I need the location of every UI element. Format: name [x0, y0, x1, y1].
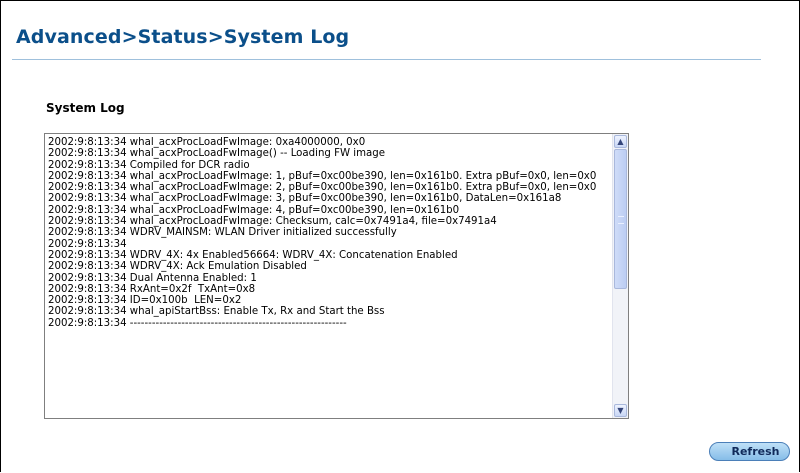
log-line: 2002:9:8:13:34 WDRV_MAINSM: WLAN Driver … [48, 227, 397, 239]
scroll-down-icon[interactable]: ▼ [614, 404, 627, 417]
log-line: 2002:9:8:13:34 Compiled for DCR radio [48, 159, 250, 171]
page-title: Advanced>Status>System Log [16, 26, 350, 48]
section-title: System Log [46, 101, 125, 115]
title-divider [12, 59, 761, 60]
log-line: 2002:9:8:13:34 ID=0x100b LEN=0x2 [48, 295, 242, 307]
log-line: 2002:9:8:13:34 whal_acxProcLoadFwImage: … [48, 216, 497, 228]
log-line: 2002:9:8:13:34 whal_acxProcLoadFwImage: … [48, 137, 366, 148]
system-log-textarea[interactable]: 2002:9:8:13:34 whal_acxProcLoadFwImage: … [44, 133, 629, 419]
vertical-scrollbar[interactable]: ▲ ▼ [612, 134, 628, 418]
grip-icon [618, 216, 624, 224]
scroll-up-icon[interactable]: ▲ [614, 135, 627, 148]
log-line: 2002:9:8:13:34 [48, 238, 127, 250]
scroll-thumb[interactable] [614, 149, 627, 289]
log-line: 2002:9:8:13:34 whal_apiStartBss: Enable … [48, 306, 385, 318]
log-line: 2002:9:8:13:34 whal_acxProcLoadFwImage: … [48, 204, 460, 216]
log-line: 2002:9:8:13:34 WDRV_4X: Ack Emulation Di… [48, 261, 307, 273]
log-line: 2002:9:8:13:34 Dual Antenna Enabled: 1 [48, 272, 257, 284]
refresh-button[interactable]: Refresh [709, 442, 790, 461]
log-line: 2002:9:8:13:34 whal_acxProcLoadFwImage: … [48, 182, 597, 194]
log-line: 2002:9:8:13:34 RxAnt=0x2f TxAnt=0x8 [48, 283, 256, 295]
log-line: 2002:9:8:13:34 whal_acxProcLoadFwImage: … [48, 193, 562, 205]
log-line: 2002:9:8:13:34 whal_acxProcLoadFwImage: … [48, 170, 597, 182]
log-content: 2002:9:8:13:34 whal_acxProcLoadFwImage: … [48, 137, 608, 329]
log-line: 2002:9:8:13:34 WDRV_4X: 4x Enabled56664:… [48, 249, 458, 261]
log-line: 2002:9:8:13:34 whal_acxProcLoadFwImage()… [48, 148, 386, 160]
log-line: 2002:9:8:13:34 -------------------------… [48, 317, 347, 329]
